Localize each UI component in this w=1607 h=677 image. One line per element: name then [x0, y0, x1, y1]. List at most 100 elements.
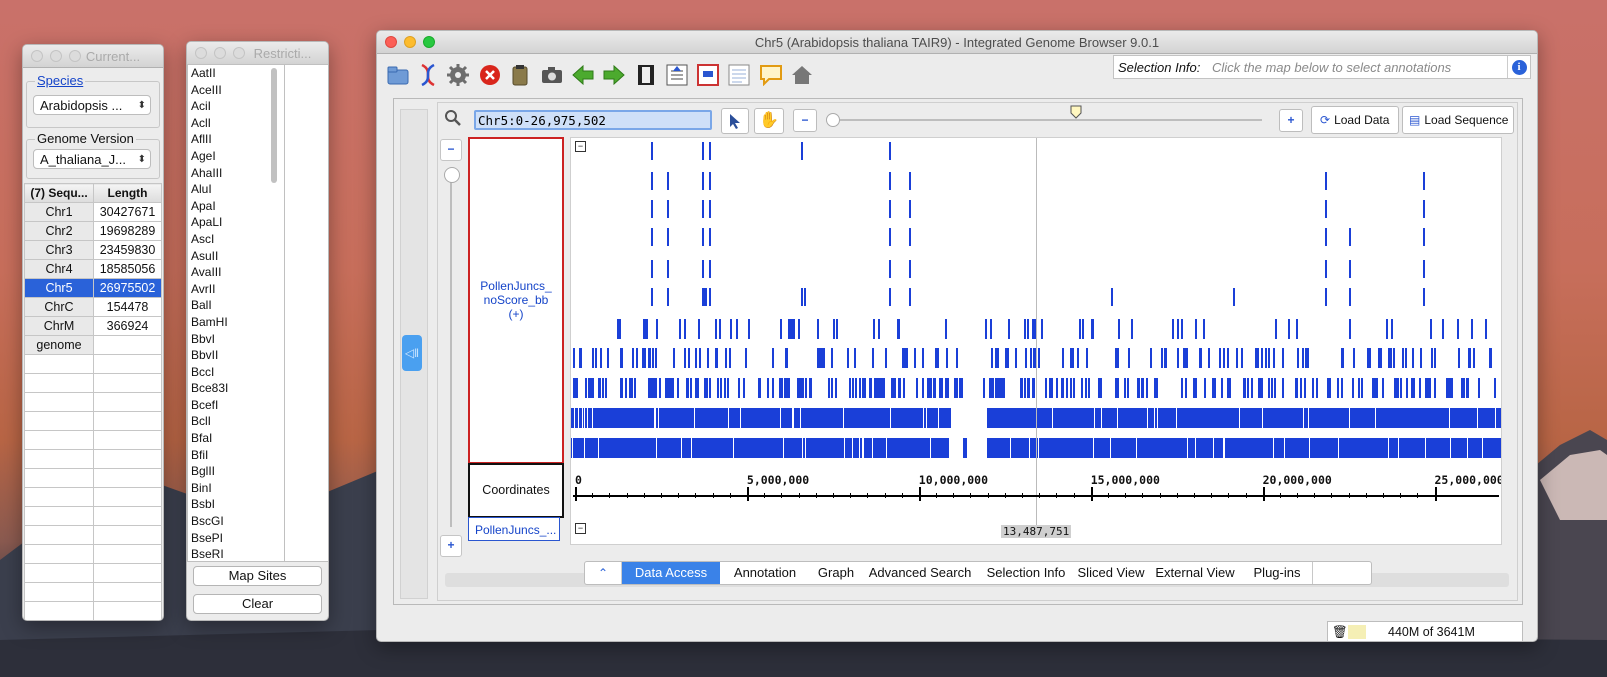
feature-mark[interactable]	[1181, 378, 1183, 398]
feature-mark[interactable]	[1072, 348, 1074, 368]
feature-mark[interactable]	[1467, 378, 1469, 398]
feature-mark[interactable]	[772, 348, 774, 368]
feature-block[interactable]	[987, 438, 1501, 458]
sequence-row[interactable]: Chr1 30427671	[24, 202, 162, 222]
feature-mark[interactable]	[935, 348, 937, 368]
feature-mark[interactable]	[1378, 348, 1380, 368]
feature-mark[interactable]	[876, 378, 878, 398]
feature-mark[interactable]	[1251, 378, 1253, 398]
feature-mark[interactable]	[1341, 378, 1343, 398]
feature-mark[interactable]	[702, 200, 704, 218]
feature-mark[interactable]	[697, 378, 699, 398]
feature-mark[interactable]	[909, 288, 911, 306]
vertical-zoom-track[interactable]	[450, 177, 452, 527]
feature-mark[interactable]	[831, 378, 833, 398]
feature-mark[interactable]	[1349, 260, 1351, 278]
feature-mark[interactable]	[621, 378, 623, 398]
tab-sliced-view[interactable]: Sliced View	[1074, 562, 1149, 584]
enzyme-item[interactable]: AsuII	[188, 248, 284, 265]
tab-data-access[interactable]: Data Access	[622, 562, 721, 584]
feature-mark[interactable]	[702, 228, 704, 246]
feature-mark[interactable]	[1127, 378, 1129, 398]
feature-mark[interactable]	[835, 378, 837, 398]
camera-icon[interactable]	[539, 62, 565, 88]
enzyme-item[interactable]: BscGI	[188, 513, 284, 530]
feature-mark[interactable]	[1376, 378, 1378, 398]
feature-mark[interactable]	[717, 378, 719, 398]
enzyme-item[interactable]: BamHI	[188, 314, 284, 331]
feature-mark[interactable]	[847, 348, 849, 368]
feature-mark[interactable]	[1423, 200, 1425, 218]
feature-mark[interactable]	[1430, 319, 1432, 339]
forward-arrow-icon[interactable]	[601, 62, 627, 88]
feature-mark[interactable]	[1025, 348, 1027, 368]
feature-mark[interactable]	[1177, 319, 1179, 339]
feature-mark[interactable]	[1423, 172, 1425, 190]
feature-mark[interactable]	[1282, 348, 1284, 368]
feature-mark[interactable]	[688, 348, 690, 368]
feature-mark[interactable]	[1030, 348, 1032, 368]
feature-mark[interactable]	[1118, 319, 1120, 339]
feature-mark[interactable]	[849, 378, 851, 398]
feature-mark[interactable]	[1265, 348, 1267, 368]
tab-external-view[interactable]: External View	[1148, 562, 1243, 584]
feature-mark[interactable]	[759, 378, 761, 398]
feature-mark[interactable]	[1471, 319, 1473, 339]
feature-mark[interactable]	[636, 348, 638, 368]
feature-mark[interactable]	[1172, 319, 1174, 339]
trash-icon[interactable]: 🗑	[1332, 622, 1348, 641]
enzyme-item[interactable]: AhaIII	[188, 165, 284, 182]
feature-mark[interactable]	[706, 378, 708, 398]
feature-mark[interactable]	[889, 260, 891, 278]
feature-mark[interactable]	[1275, 319, 1277, 339]
feature-mark[interactable]	[1033, 348, 1035, 368]
feature-mark[interactable]	[709, 142, 711, 160]
feature-mark[interactable]	[588, 378, 590, 398]
feature-mark[interactable]	[1244, 378, 1246, 398]
feature-mark[interactable]	[619, 319, 621, 339]
stop-icon[interactable]	[477, 62, 503, 88]
feature-mark[interactable]	[1195, 319, 1197, 339]
feature-mark[interactable]	[1295, 378, 1297, 398]
dna-icon[interactable]	[415, 62, 441, 88]
feature-mark[interactable]	[1485, 319, 1487, 339]
feature-mark[interactable]	[992, 378, 994, 398]
feature-mark[interactable]	[1032, 319, 1034, 339]
feature-mark[interactable]	[625, 378, 627, 398]
feature-mark[interactable]	[1349, 319, 1351, 339]
enzyme-item[interactable]: AciI	[188, 98, 284, 115]
feature-mark[interactable]	[1382, 378, 1384, 398]
feature-block[interactable]	[571, 408, 951, 428]
feature-mark[interactable]	[1208, 348, 1210, 368]
enzyme-item[interactable]: Bce83I	[188, 380, 284, 397]
feature-mark[interactable]	[833, 319, 835, 339]
feature-mark[interactable]	[709, 260, 711, 278]
feature-mark[interactable]	[1257, 348, 1259, 368]
feature-mark[interactable]	[1117, 348, 1119, 368]
feature-mark[interactable]	[1241, 348, 1243, 368]
feature-mark[interactable]	[720, 378, 722, 398]
feature-mark[interactable]	[573, 378, 575, 398]
feature-mark[interactable]	[620, 348, 622, 368]
export-icon[interactable]	[664, 62, 690, 88]
enzyme-item[interactable]: BfaI	[188, 430, 284, 447]
print-icon[interactable]	[695, 62, 721, 88]
feature-mark[interactable]	[699, 348, 701, 368]
open-folder-icon[interactable]	[385, 62, 411, 88]
tab-plug-ins[interactable]: Plug-ins	[1242, 562, 1313, 584]
feature-mark[interactable]	[724, 378, 726, 398]
feature-mark[interactable]	[1156, 378, 1158, 398]
tab-annotation[interactable]: Annotation	[720, 562, 811, 584]
feature-mark[interactable]	[1024, 378, 1026, 398]
feature-mark[interactable]	[1434, 378, 1436, 398]
feature-mark[interactable]	[1082, 319, 1084, 339]
track-data-area[interactable]: − − 0 5,000,000 10,000,000 15,000,000 20,000…	[570, 137, 1502, 545]
feature-mark[interactable]	[1091, 319, 1093, 339]
feature-mark[interactable]	[922, 378, 924, 398]
sequence-row[interactable]: Chr2 19698289	[24, 221, 162, 241]
feature-mark[interactable]	[1227, 378, 1229, 398]
enzyme-item[interactable]: BsbI	[188, 496, 284, 513]
feature-mark[interactable]	[990, 378, 992, 398]
comment-icon[interactable]	[758, 62, 784, 88]
feature-mark[interactable]	[930, 378, 932, 398]
